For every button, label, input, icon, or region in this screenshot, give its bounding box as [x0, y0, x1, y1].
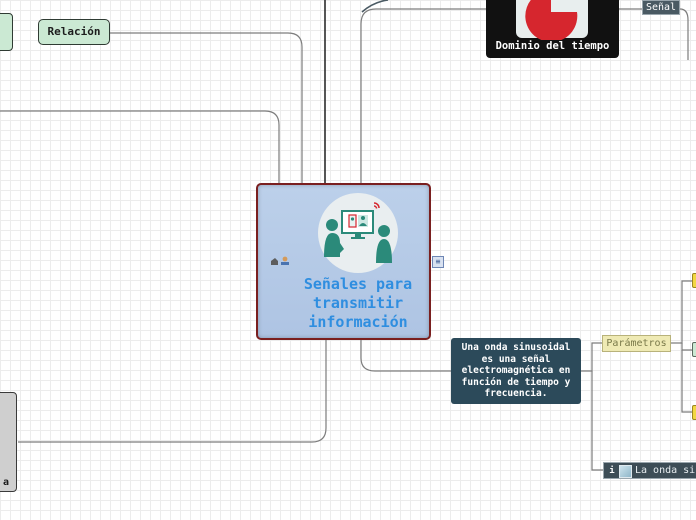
info-icon[interactable]: i	[607, 464, 617, 476]
onda-text-line: función de tiempo y	[461, 376, 571, 388]
left-offscreen-node[interactable]	[0, 13, 13, 51]
onda-sinusoidal-topic[interactable]: Una onda sinusoidal es una señal electro…	[451, 338, 581, 404]
onda-text-line: Una onda sinusoidal	[461, 342, 571, 353]
relacion-topic[interactable]: Relación	[38, 19, 110, 45]
senal-label: Señal	[645, 2, 677, 13]
central-title-line: información	[308, 313, 408, 331]
dominio-tiempo-topic[interactable]: Dominio del tiempo	[486, 0, 619, 58]
pie-chart-icon	[516, 0, 588, 40]
central-image	[318, 193, 398, 273]
central-topic[interactable]: Señales para transmitir información	[256, 183, 431, 340]
people-screen-icon	[324, 202, 392, 263]
onda-text-line: es una señal	[481, 353, 551, 365]
note-icon[interactable]: ≡	[432, 256, 444, 268]
yellow-subtopic-1[interactable]	[692, 273, 696, 288]
yellow-subtopic-2[interactable]	[692, 405, 696, 420]
parametros-topic[interactable]: Parámetros	[602, 335, 671, 352]
parametros-label: Parámetros	[606, 338, 667, 349]
dominio-tiempo-label: Dominio del tiempo	[495, 40, 610, 52]
la-onda-topic[interactable]: i La onda si	[603, 462, 696, 479]
onda-text-line: frecuencia.	[484, 388, 548, 399]
left-offscreen-gray-node[interactable]: a	[0, 392, 17, 492]
green-subtopic[interactable]	[692, 342, 696, 357]
left-gray-fragment: a	[2, 477, 9, 488]
la-onda-label: La onda si	[635, 465, 696, 476]
central-title-line: transmitir	[312, 294, 404, 312]
central-title-line: Señales para	[303, 275, 413, 293]
senal-topic[interactable]: Señal	[642, 0, 680, 15]
relacion-label: Relación	[47, 25, 101, 38]
onda-text-line: electromagnética en	[461, 365, 571, 376]
central-title: Señales para transmitir información	[278, 275, 438, 332]
image-icon[interactable]	[619, 465, 632, 478]
people-link-icon[interactable]	[270, 256, 292, 269]
